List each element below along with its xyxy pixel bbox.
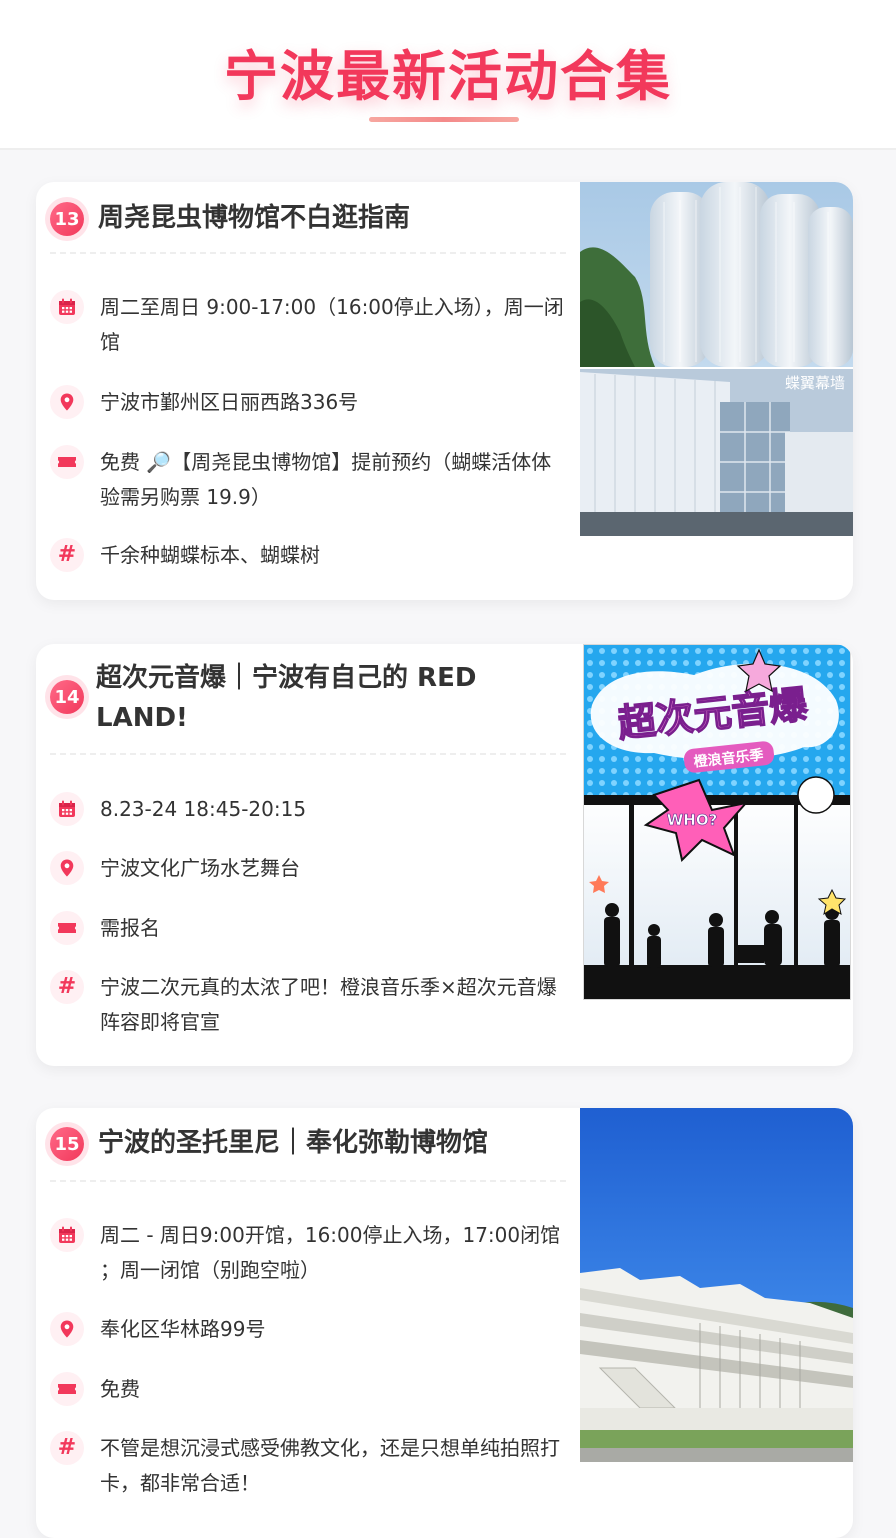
photo-caption: 蝶翼幕墙 <box>785 374 845 392</box>
hours-text: 周二至周日 9:00-17:00（16:00停止入场），周一闭馆 <box>100 295 564 354</box>
ticket-text: 免费 🔎【周尧昆虫博物馆】提前预约（蝴蝶活体体验需另购票 19.9） <box>100 450 552 509</box>
ticket-text: 需报名 <box>100 916 160 940</box>
card-title[interactable]: 超次元音爆｜宁波有自己的 RED LAND! <box>96 658 566 738</box>
page-header: 宁波最新活动合集 <box>0 0 896 150</box>
tags-text: 千余种蝴蝶标本、蝴蝶树 <box>100 543 320 567</box>
hours-text: 周二 - 周日9:00开馆，16:00停止入场，17:00闭馆 ；周一闭馆（别跑… <box>100 1223 561 1282</box>
card-title[interactable]: 周尧昆虫博物馆不白逛指南 <box>98 198 568 238</box>
ticket-icon <box>50 1372 84 1406</box>
activity-card-13[interactable]: 13 周尧昆虫博物馆不白逛指南 周二至周日 9:00-17:00（16:00停止… <box>36 182 853 600</box>
calendar-icon <box>50 290 84 324</box>
maitreya-museum-photo <box>580 1108 853 1462</box>
poster-burst-text: WHO? <box>667 811 718 829</box>
activity-card-15[interactable]: 15 宁波的圣托里尼｜奉化弥勒博物馆 周二 - 周日9:00开馆，16:00停止… <box>36 1108 853 1538</box>
card-divider <box>50 1180 566 1182</box>
tags-text: 不管是想沉浸式感受佛教文化，还是只想单纯拍照打卡，都非常合适！ <box>100 1436 560 1495</box>
card-divider <box>50 753 566 755</box>
hours-text: 8.23-24 18:45-20:15 <box>100 797 307 821</box>
ticket-text: 免费 <box>100 1377 140 1401</box>
ticket-icon <box>50 911 84 945</box>
address-text[interactable]: 宁波文化广场水艺舞台 <box>100 851 570 886</box>
page-title: 宁波最新活动合集 <box>224 45 672 108</box>
address-text[interactable]: 奉化区华林路99号 <box>100 1312 570 1347</box>
location-pin-icon <box>50 1312 84 1346</box>
ticket-icon <box>50 445 84 479</box>
card-number-badge: 15 <box>50 1127 84 1161</box>
calendar-icon <box>50 792 84 826</box>
address-text[interactable]: 宁波市鄞州区日丽西路336号 <box>100 385 570 420</box>
card-title[interactable]: 宁波的圣托里尼｜奉化弥勒博物馆 <box>98 1123 568 1163</box>
location-pin-icon <box>50 851 84 885</box>
museum-photo: 蝶翼幕墙 <box>580 182 853 536</box>
hashtag-icon: # <box>50 538 84 572</box>
card-divider <box>50 252 566 254</box>
hashtag-icon: # <box>50 1431 84 1465</box>
concert-poster: WHO? 超次元音爆 橙浪音乐季 <box>583 644 851 1000</box>
card-number-badge: 14 <box>50 680 84 714</box>
card-number-badge: 13 <box>50 202 84 236</box>
activity-card-14[interactable]: 14 超次元音爆｜宁波有自己的 RED LAND! 8.23-24 18:45-… <box>36 644 853 1066</box>
tags-text: 宁波二次元真的太浓了吧！橙浪音乐季×超次元音爆阵容即将官宣 <box>100 975 557 1034</box>
location-pin-icon <box>50 385 84 419</box>
title-underline <box>369 117 519 122</box>
calendar-icon <box>50 1218 84 1252</box>
hashtag-icon: # <box>50 970 84 1004</box>
